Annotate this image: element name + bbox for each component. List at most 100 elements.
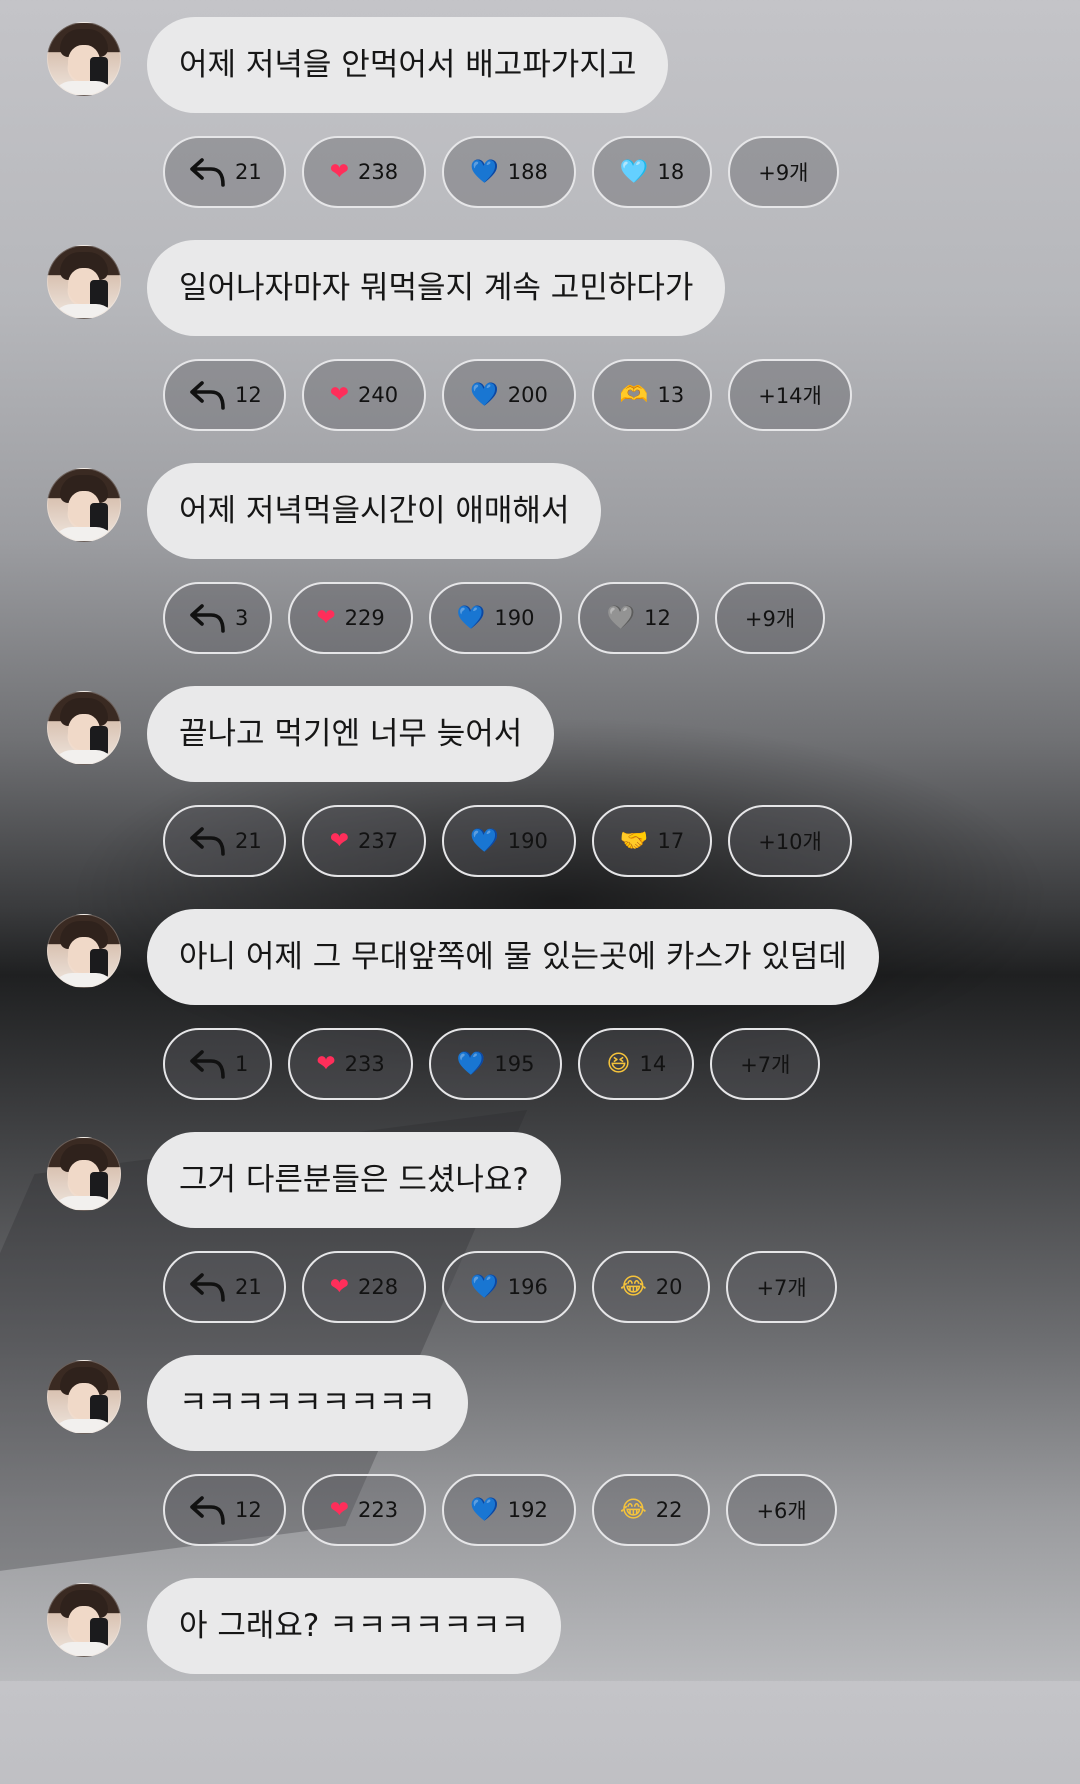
- reaction-count: 12: [235, 1498, 262, 1522]
- reaction-count: 12: [644, 606, 671, 630]
- more-reactions-button[interactable]: +9개: [714, 582, 826, 654]
- message-row: ㅋㅋㅋㅋㅋㅋㅋㅋㅋ 12 ❤ 223 💙 192 😂 22 +6개: [0, 1338, 1080, 1561]
- message-bubble[interactable]: 어제 저녁을 안먹어서 배고파가지고: [147, 17, 669, 113]
- reaction-count: 13: [657, 383, 685, 407]
- avatar-shirt: [52, 1196, 116, 1210]
- reaction-chip[interactable]: 🤝 17: [591, 805, 713, 877]
- reaction-chip[interactable]: ❤ 240: [301, 359, 427, 431]
- red-heart-icon: ❤: [329, 1496, 350, 1523]
- reaction-chip[interactable]: ❤ 233: [288, 1028, 413, 1100]
- message-row: 끝나고 먹기엔 너무 늦어서 21 ❤ 237 💙 190 🤝 17 +10개: [0, 669, 1080, 892]
- reaction-chip[interactable]: 💙 188: [442, 136, 576, 208]
- more-reactions-button[interactable]: +10개: [728, 805, 852, 877]
- message-row: 어제 저녁먹을시간이 애매해서 3 ❤ 229 💙 190 🩶 12 +9개: [0, 446, 1080, 669]
- reaction-count: 229: [344, 606, 385, 630]
- reply-count-button[interactable]: 1: [163, 1028, 273, 1100]
- more-reactions-button[interactable]: +6개: [726, 1474, 837, 1546]
- message-row: 아니 어제 그 무대앞쪽에 물 있는곳에 카스가 있덤데 1 ❤ 233 💙 195 😆 14…: [0, 892, 1080, 1115]
- blue-heart-icon: 💙: [456, 1050, 486, 1077]
- reaction-chip[interactable]: 😆 14: [578, 1028, 695, 1100]
- reaction-chip[interactable]: 😂 22: [591, 1474, 711, 1546]
- red-heart-icon: ❤: [316, 604, 336, 631]
- reaction-count: 21: [235, 829, 262, 853]
- reaction-chip[interactable]: 💙 195: [428, 1028, 563, 1100]
- reaction-chip[interactable]: 💙 190: [442, 805, 576, 877]
- message-bubble[interactable]: 아니 어제 그 무대앞쪽에 물 있는곳에 카스가 있덤데: [147, 909, 879, 1005]
- reaction-chip[interactable]: ❤ 223: [301, 1474, 427, 1546]
- handshake-icon: 🤝: [619, 827, 649, 854]
- reply-arrow-icon: [190, 604, 225, 633]
- reaction-bar: 3 ❤ 229 💙 190 🩶 12 +9개: [163, 582, 826, 654]
- grey-heart-icon: 🩶: [606, 604, 636, 631]
- reply-count-button[interactable]: 21: [163, 136, 286, 208]
- reaction-count: 18: [657, 160, 685, 184]
- reply-count-button[interactable]: 12: [163, 1474, 286, 1546]
- reaction-chip[interactable]: 🩶 12: [578, 582, 699, 654]
- reaction-count: 195: [494, 1052, 535, 1076]
- avatar[interactable]: [47, 914, 121, 988]
- reaction-chip[interactable]: 😂 20: [591, 1251, 711, 1323]
- reaction-chip[interactable]: ❤ 229: [288, 582, 413, 654]
- more-reactions-button[interactable]: +9개: [728, 136, 839, 208]
- more-reactions-button[interactable]: +14개: [728, 359, 852, 431]
- reaction-count: 228: [358, 1275, 399, 1299]
- reaction-bar: 12 ❤ 240 💙 200 🫶 13 +14개: [163, 359, 852, 431]
- blue-heart-icon: 💙: [470, 1496, 499, 1523]
- reaction-chip[interactable]: 💙 192: [442, 1474, 576, 1546]
- reaction-bar: 21 ❤ 228 💙 196 😂 20 +7개: [163, 1251, 837, 1323]
- reaction-count: 21: [235, 160, 262, 184]
- reply-arrow-icon: [190, 381, 225, 410]
- avatar-shirt: [52, 1642, 116, 1656]
- avatar[interactable]: [47, 1360, 121, 1434]
- reply-count-button[interactable]: 12: [163, 359, 286, 431]
- reaction-bar: 12 ❤ 223 💙 192 😂 22 +6개: [163, 1474, 837, 1546]
- reaction-count: 3: [235, 606, 249, 630]
- reaction-chip[interactable]: ❤ 228: [301, 1251, 427, 1323]
- message-bubble[interactable]: 아 그래요? ㅋㅋㅋㅋㅋㅋㅋ: [147, 1578, 561, 1674]
- reaction-bar: 21 ❤ 238 💙 188 🩵 18 +9개: [163, 136, 839, 208]
- message-bubble[interactable]: 어제 저녁먹을시간이 애매해서: [147, 463, 602, 559]
- message-bubble[interactable]: 일어나자마자 뭐먹을지 계속 고민하다가: [147, 240, 726, 336]
- avatar[interactable]: [47, 22, 121, 96]
- reaction-count: 190: [494, 606, 535, 630]
- reaction-count: 190: [507, 829, 548, 853]
- reaction-chip[interactable]: 💙 200: [442, 359, 576, 431]
- avatar[interactable]: [47, 1137, 121, 1211]
- light-blue-heart-icon: 🩵: [619, 158, 649, 185]
- avatar-shirt: [52, 750, 116, 764]
- reaction-chip[interactable]: ❤ 238: [301, 136, 427, 208]
- reaction-bar: 21 ❤ 237 💙 190 🤝 17 +10개: [163, 805, 852, 877]
- red-heart-icon: ❤: [329, 1273, 350, 1300]
- message-row: 일어나자마자 뭐먹을지 계속 고민하다가 12 ❤ 240 💙 200 🫶 13 +14개: [0, 223, 1080, 446]
- reply-arrow-icon: [190, 1273, 225, 1302]
- message-row: 어제 저녁을 안먹어서 배고파가지고 21 ❤ 238 💙 188 🩵 18 +9개: [0, 0, 1080, 223]
- reaction-chip[interactable]: 🫶 13: [591, 359, 713, 431]
- reply-count-button[interactable]: 21: [163, 1251, 286, 1323]
- reply-count-button[interactable]: 21: [163, 805, 286, 877]
- reaction-chip[interactable]: 💙 190: [428, 582, 563, 654]
- avatar[interactable]: [47, 1583, 121, 1657]
- reaction-count: 12: [235, 383, 262, 407]
- message-bubble[interactable]: 그거 다른분들은 드셨나요?: [147, 1132, 561, 1228]
- grinning-squint-icon: 😆: [606, 1050, 631, 1077]
- reaction-count: 17: [657, 829, 685, 853]
- avatar[interactable]: [47, 691, 121, 765]
- more-reactions-button[interactable]: +7개: [726, 1251, 837, 1323]
- blue-heart-icon: 💙: [456, 604, 486, 631]
- reaction-chip[interactable]: ❤ 237: [301, 805, 427, 877]
- more-reactions-button[interactable]: +7개: [710, 1028, 821, 1100]
- message-bubble[interactable]: ㅋㅋㅋㅋㅋㅋㅋㅋㅋ: [147, 1355, 468, 1451]
- blue-heart-icon: 💙: [470, 158, 499, 185]
- reaction-count: 22: [655, 1498, 683, 1522]
- reaction-count: 188: [507, 160, 548, 184]
- reaction-count: 1: [235, 1052, 249, 1076]
- message-bubble[interactable]: 끝나고 먹기엔 너무 늦어서: [147, 686, 555, 782]
- reply-count-button[interactable]: 3: [163, 582, 273, 654]
- avatar[interactable]: [47, 245, 121, 319]
- reply-arrow-icon: [190, 158, 225, 187]
- reaction-chip[interactable]: 🩵 18: [591, 136, 713, 208]
- avatar[interactable]: [47, 468, 121, 542]
- avatar-shirt: [52, 304, 116, 318]
- reaction-chip[interactable]: 💙 196: [442, 1251, 576, 1323]
- heart-hands-icon: 🫶: [619, 381, 649, 408]
